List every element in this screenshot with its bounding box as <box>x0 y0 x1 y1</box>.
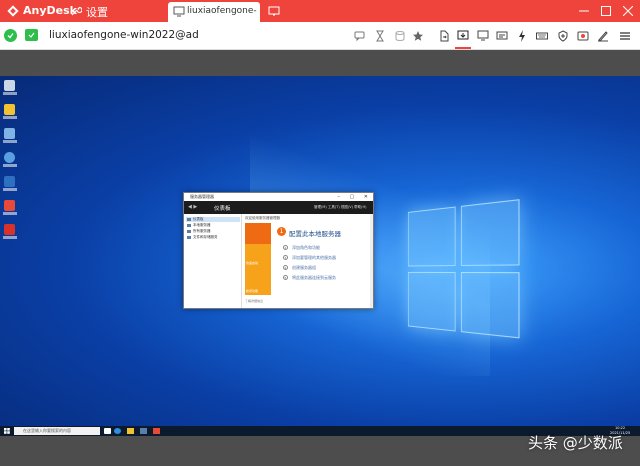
tab-session[interactable]: liuxiaofengone-wi... <box>168 2 260 22</box>
connection-status-icon <box>4 29 17 42</box>
server-manager-title: 服务器管理器 <box>190 194 214 199</box>
edge-browser-icon[interactable] <box>114 428 121 434</box>
anydesk-taskbar-icon[interactable] <box>153 428 160 434</box>
server-manager-window[interactable]: 服务器管理器 – ▢ ✕ ◀ ▶ 仪表板 管理(M) 工具(T) 视图(V) 帮… <box>183 192 374 309</box>
viewport-margin-top <box>0 50 640 76</box>
welcome-heading: 欢迎使用服务器管理器 <box>245 216 280 220</box>
sidebar-item-all-servers[interactable]: 所有服务器 <box>186 229 240 234</box>
quick-start-panel: 快速启动 新增功能 <box>245 223 271 295</box>
tab-settings[interactable]: 设置 <box>68 0 162 22</box>
maximize-icon <box>601 6 611 16</box>
remote-desktop[interactable]: 服务器管理器 – ▢ ✕ ◀ ▶ 仪表板 管理(M) 工具(T) 视图(V) 帮… <box>0 76 640 426</box>
wrench-icon <box>71 6 82 16</box>
tab-settings-label: 设置 <box>86 6 108 19</box>
minimize-icon <box>579 10 589 12</box>
minimize-button[interactable] <box>573 0 595 22</box>
learn-more-link[interactable]: 了解详细信息 <box>245 299 263 303</box>
scrollbar[interactable] <box>370 214 373 308</box>
security-check-icon[interactable] <box>25 29 38 41</box>
maximize-button[interactable] <box>595 0 617 22</box>
step-create-group[interactable]: 4 创建服务器组 <box>283 265 316 271</box>
taskbar-search-box[interactable]: 在这里输入你要搜索的内容 <box>14 427 100 435</box>
star-icon[interactable] <box>410 28 426 44</box>
anydesk-logo-icon <box>7 5 19 17</box>
task-view-icon[interactable] <box>104 428 111 434</box>
windows-start-icon[interactable] <box>4 428 10 434</box>
active-tool-indicator <box>455 47 471 49</box>
back-forward-icon[interactable]: ◀ ▶ <box>188 204 197 210</box>
session-toolbar: liuxiaofengone-win2022@ad <box>0 22 640 50</box>
keyboard-icon[interactable] <box>534 28 550 44</box>
close-icon <box>623 6 633 16</box>
chat-icon[interactable] <box>494 28 510 44</box>
display-icon[interactable] <box>455 28 471 44</box>
anydesk-title-bar: AnyDesk 设置 liuxiaofengone-wi... <box>0 0 640 22</box>
database-icon[interactable] <box>392 28 408 44</box>
server-manager-title-bar[interactable]: 服务器管理器 – ▢ ✕ <box>184 193 373 201</box>
file-transfer-icon[interactable] <box>436 28 452 44</box>
server-manager-main: 欢迎使用服务器管理器 快速启动 新增功能 1 配置此本地服务器 2 添加角色和功能… <box>243 214 373 308</box>
windows-wallpaper-logo <box>407 199 524 344</box>
taskbar-search-placeholder: 在这里输入你要搜索的内容 <box>23 428 71 433</box>
pen-icon[interactable] <box>595 28 611 44</box>
desktop-icon-tool[interactable] <box>3 224 17 240</box>
server-manager-taskbar-icon[interactable] <box>140 428 147 434</box>
breadcrumb: 仪表板 <box>214 206 231 212</box>
desktop-icon-network[interactable] <box>3 152 17 168</box>
server-manager-menu[interactable]: 管理(M) 工具(T) 视图(V) 帮助(H) <box>314 205 366 210</box>
sidebar-item-file-storage[interactable]: 文件和存储服务 <box>186 235 240 240</box>
sidebar-item-local-server[interactable]: 本地服务器 <box>186 223 240 228</box>
card-title: 配置此本地服务器 <box>289 230 341 238</box>
remote-address: liuxiaofengone-win2022@ad <box>49 29 199 41</box>
shield-icon[interactable] <box>555 28 571 44</box>
sidebar-item-dashboard[interactable]: 仪表板 <box>186 217 240 222</box>
step-number-badge: 1 <box>277 227 286 236</box>
window-controls[interactable]: – ▢ ✕ <box>337 194 372 200</box>
chat-bubbles-icon[interactable] <box>352 28 368 44</box>
source-watermark: 头条 @少数派 <box>528 434 623 452</box>
desktop-icon-recycle-bin[interactable] <box>3 80 17 96</box>
quick-start-label[interactable]: 快速启动 <box>246 261 258 265</box>
tab-session-label: liuxiaofengone-wi... <box>187 6 257 16</box>
hourglass-icon[interactable] <box>372 28 388 44</box>
step-connect-cloud[interactable]: 5 将此服务器连接到云服务 <box>283 275 336 281</box>
record-icon[interactable] <box>575 28 591 44</box>
desktop-icon-folder[interactable] <box>3 104 17 120</box>
desktop-icon-computer[interactable] <box>3 128 17 144</box>
whats-new-label[interactable]: 新增功能 <box>246 289 258 293</box>
menu-icon[interactable] <box>617 28 633 44</box>
file-explorer-icon[interactable] <box>127 428 134 434</box>
desktop-icon-app[interactable] <box>3 176 17 192</box>
desktop-icon-anydesk[interactable] <box>3 200 17 216</box>
new-tab-icon[interactable] <box>268 5 280 17</box>
step-add-servers[interactable]: 3 添加要管理的其他服务器 <box>283 255 336 261</box>
lightning-icon[interactable] <box>514 28 530 44</box>
close-button[interactable] <box>617 0 639 22</box>
step-add-roles[interactable]: 2 添加角色和功能 <box>283 245 320 251</box>
monitor-icon <box>173 6 185 17</box>
server-manager-header: ◀ ▶ 仪表板 管理(M) 工具(T) 视图(V) 帮助(H) <box>184 201 373 214</box>
server-manager-sidebar: 仪表板 本地服务器 所有服务器 文件和存储服务 <box>184 214 242 308</box>
configure-server-card: 1 配置此本地服务器 2 添加角色和功能 3 添加要管理的其他服务器 4 创建服务器组… <box>273 223 365 295</box>
monitor-icon[interactable] <box>475 28 491 44</box>
